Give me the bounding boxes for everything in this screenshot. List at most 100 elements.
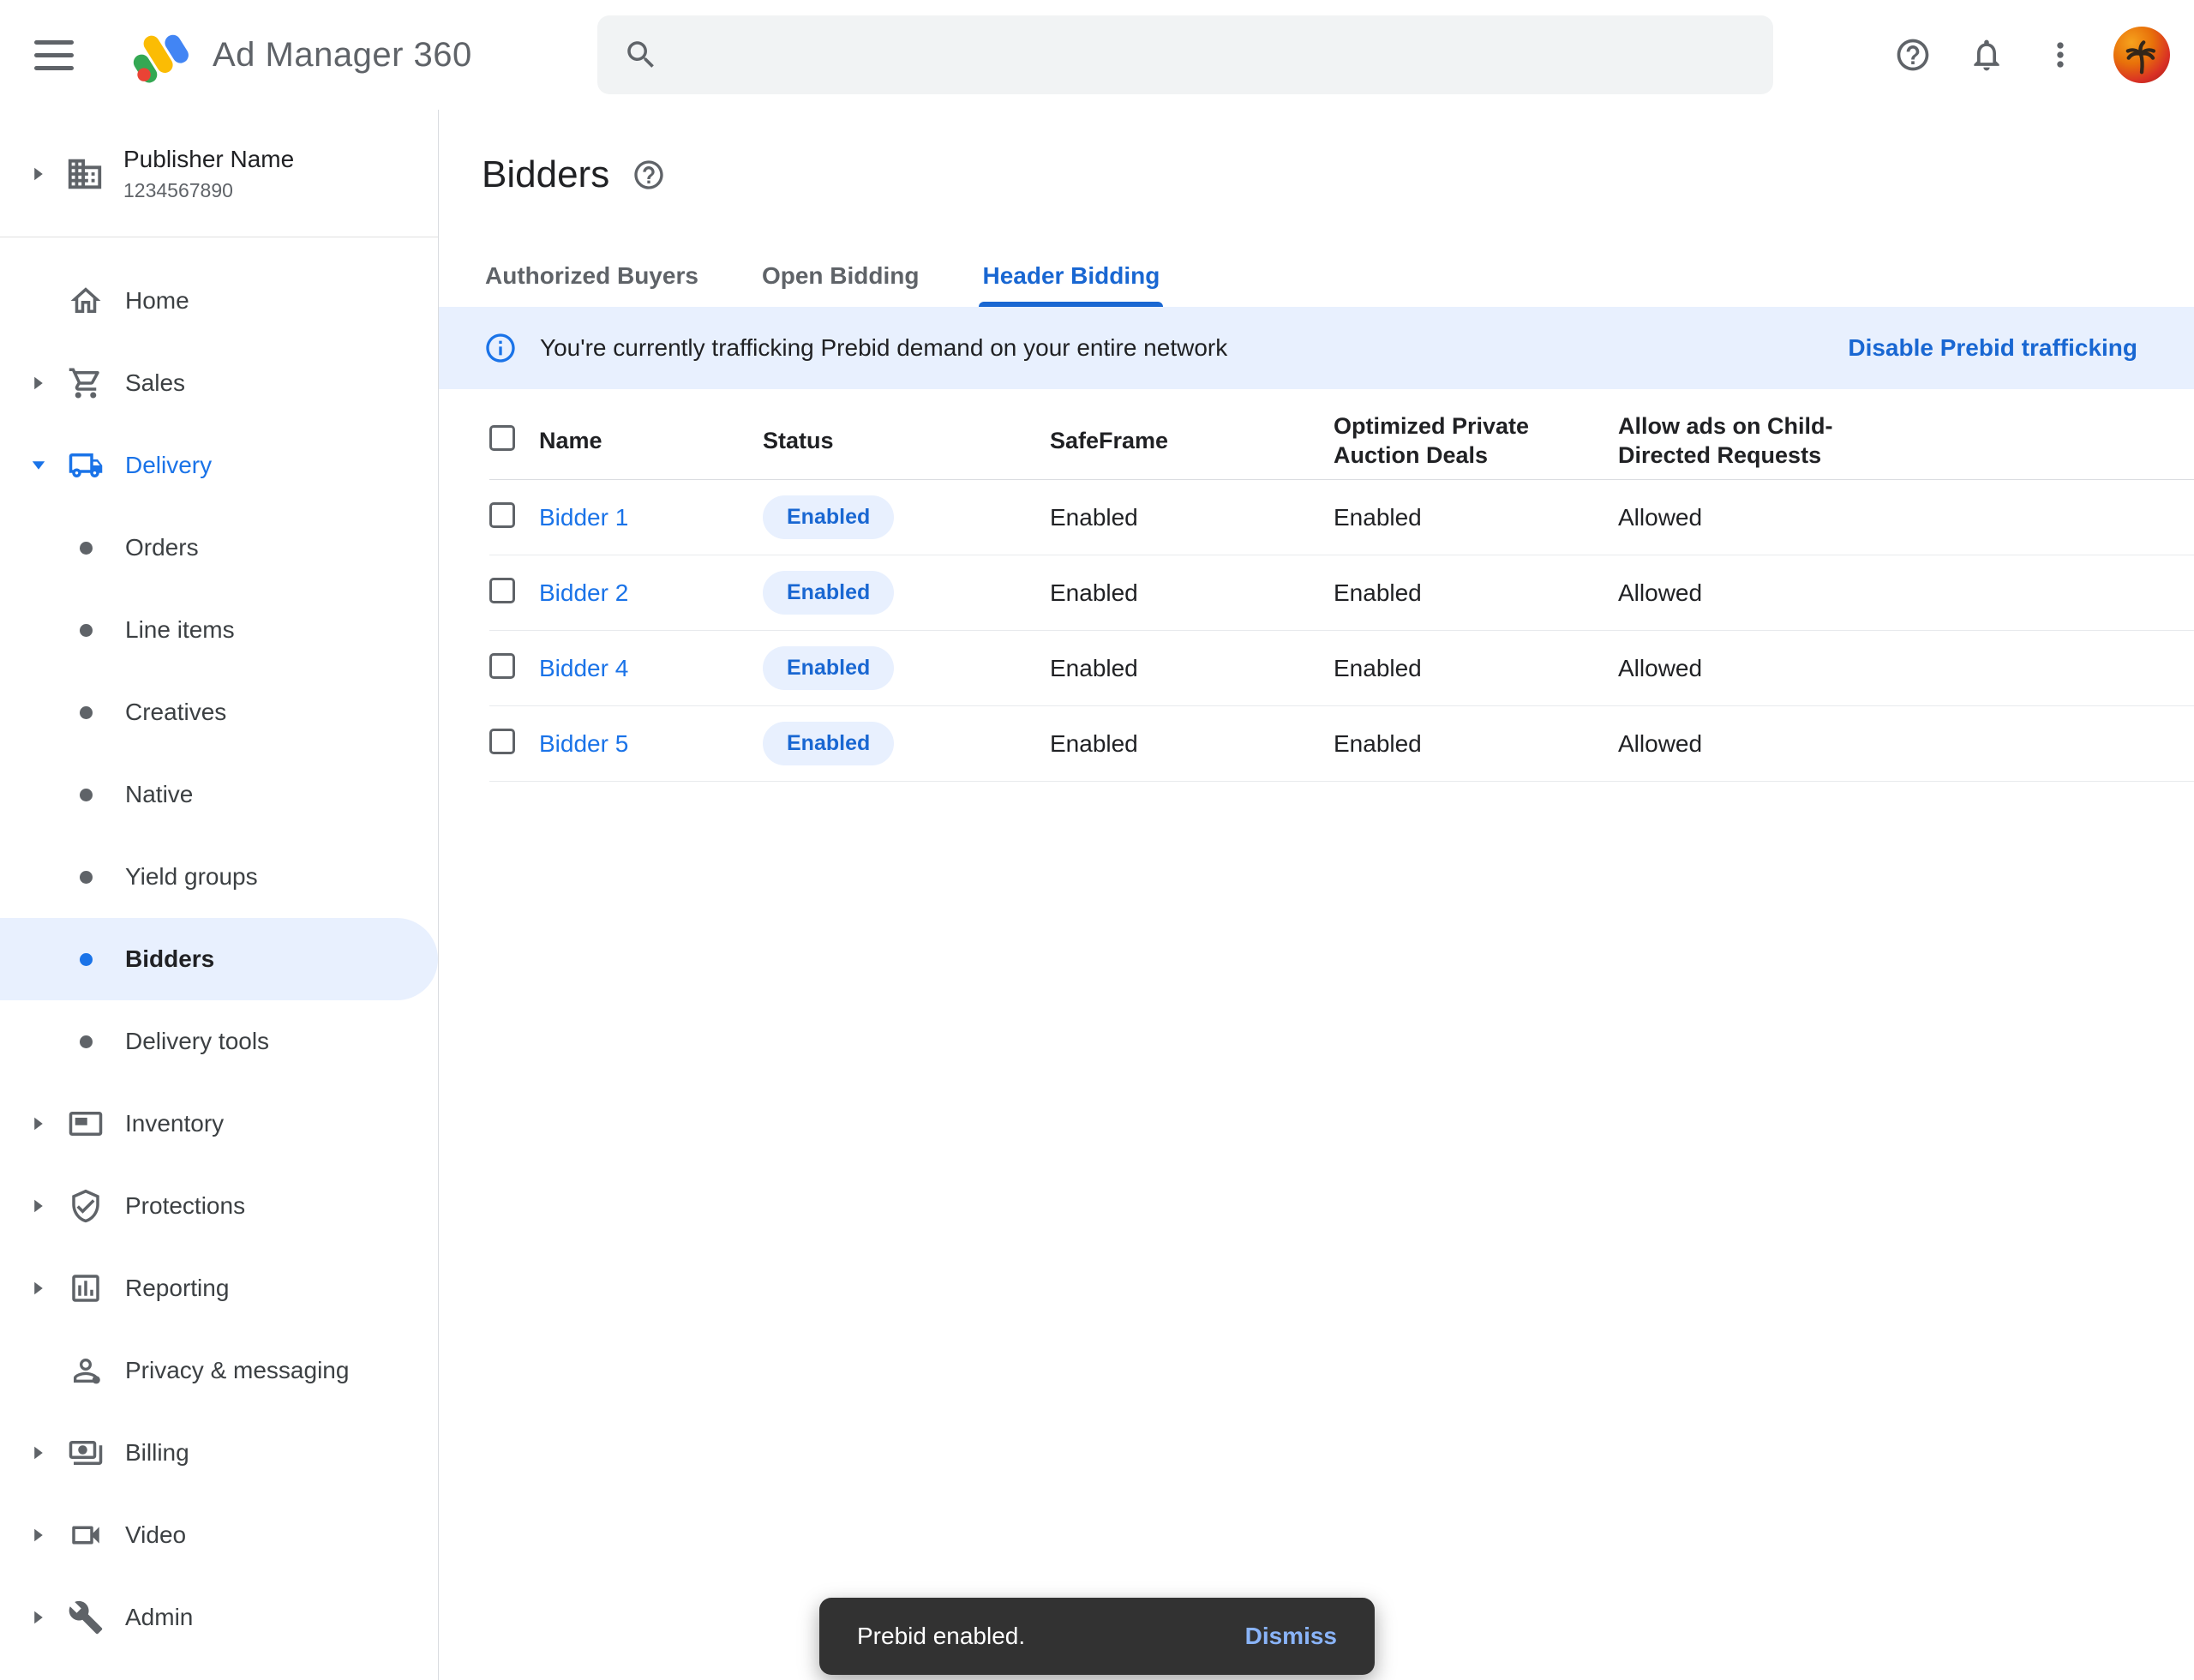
prebid-info-banner: You're currently trafficking Prebid dema… xyxy=(439,307,2194,389)
home-icon xyxy=(55,283,117,319)
bullet-icon xyxy=(55,953,117,966)
table-row: Bidder 5 Enabled Enabled Enabled Allowed xyxy=(489,706,2194,782)
wrench-icon xyxy=(55,1599,117,1635)
publisher-id: 1234567890 xyxy=(123,179,294,202)
sidebar-item-billing[interactable]: Billing xyxy=(0,1412,438,1494)
search-icon xyxy=(623,37,659,73)
sidebar-nav: Home Sales Delivery Orders xyxy=(0,237,438,1659)
sidebar-item-home[interactable]: Home xyxy=(0,260,438,342)
private-auction-value: Enabled xyxy=(1334,730,1618,758)
sidebar-item-orders[interactable]: Orders xyxy=(0,507,438,589)
row-checkbox[interactable] xyxy=(489,502,515,528)
table-row: Bidder 1 Enabled Enabled Enabled Allowed xyxy=(489,480,2194,555)
row-checkbox[interactable] xyxy=(489,578,515,603)
publisher-selector[interactable]: Publisher Name 1234567890 xyxy=(0,110,438,237)
table-row: Bidder 2 Enabled Enabled Enabled Allowed xyxy=(489,555,2194,631)
sidebar-item-delivery[interactable]: Delivery xyxy=(0,424,438,507)
row-checkbox[interactable] xyxy=(489,653,515,679)
page-title: Bidders xyxy=(482,151,609,199)
publisher-name: Publisher Name xyxy=(123,146,294,173)
tab-header-bidding[interactable]: Header Bidding xyxy=(979,261,1163,307)
top-actions xyxy=(1885,0,2170,110)
user-avatar[interactable] xyxy=(2113,27,2170,83)
help-button[interactable] xyxy=(1885,27,1940,82)
safeframe-value: Enabled xyxy=(1050,579,1334,607)
child-directed-value: Allowed xyxy=(1618,655,2194,682)
toast-message: Prebid enabled. xyxy=(857,1623,1025,1650)
hamburger-menu-icon[interactable] xyxy=(34,27,89,82)
sidebar-item-bidders[interactable]: Bidders xyxy=(0,918,438,1000)
toast-dismiss-button[interactable]: Dismiss xyxy=(1245,1623,1337,1650)
tab-open-bidding[interactable]: Open Bidding xyxy=(758,261,923,307)
bullet-icon xyxy=(55,789,117,801)
bidder-link[interactable]: Bidder 1 xyxy=(539,504,628,531)
collapse-caret-icon xyxy=(22,460,55,471)
more-options-button[interactable] xyxy=(2033,27,2088,82)
snackbar-toast: Prebid enabled. Dismiss xyxy=(819,1598,1375,1675)
bell-icon xyxy=(1968,36,2005,74)
bullet-icon xyxy=(55,706,117,719)
expand-caret-icon xyxy=(22,166,55,182)
bidder-link[interactable]: Bidder 5 xyxy=(539,730,628,757)
child-directed-value: Allowed xyxy=(1618,579,2194,607)
sidebar-item-line-items[interactable]: Line items xyxy=(0,589,438,671)
tab-bar: Authorized Buyers Open Bidding Header Bi… xyxy=(482,261,2151,307)
top-bar: Ad Manager 360 xyxy=(0,0,2194,110)
select-all-checkbox[interactable] xyxy=(489,425,515,451)
search-input[interactable] xyxy=(678,39,1747,70)
bar-chart-icon xyxy=(55,1270,117,1306)
page-help-button[interactable] xyxy=(632,158,666,192)
sidebar-item-reporting[interactable]: Reporting xyxy=(0,1247,438,1329)
bullet-icon xyxy=(55,624,117,637)
expand-caret-icon xyxy=(22,375,55,391)
tab-authorized-buyers[interactable]: Authorized Buyers xyxy=(482,261,702,307)
notifications-button[interactable] xyxy=(1959,27,2014,82)
main-content: Bidders Authorized Buyers Open Bidding H… xyxy=(439,110,2194,1680)
expand-caret-icon xyxy=(22,1116,55,1131)
sidebar-item-native[interactable]: Native xyxy=(0,753,438,836)
sidebar-item-sales[interactable]: Sales xyxy=(0,342,438,424)
search-bar[interactable] xyxy=(597,15,1773,94)
expand-caret-icon xyxy=(22,1198,55,1214)
help-icon xyxy=(632,158,666,192)
app-title: Ad Manager 360 xyxy=(213,36,472,75)
column-header-private-auction: Optimized Private Auction Deals xyxy=(1334,411,1582,470)
safeframe-value: Enabled xyxy=(1050,655,1334,682)
expand-caret-icon xyxy=(22,1445,55,1461)
expand-caret-icon xyxy=(22,1610,55,1625)
sidebar-item-yield-groups[interactable]: Yield groups xyxy=(0,836,438,918)
bullet-icon xyxy=(55,871,117,884)
bidder-link[interactable]: Bidder 4 xyxy=(539,655,628,681)
row-checkbox[interactable] xyxy=(489,729,515,754)
bullet-icon xyxy=(55,1035,117,1048)
sidebar-item-creatives[interactable]: Creatives xyxy=(0,671,438,753)
safeframe-value: Enabled xyxy=(1050,504,1334,531)
table-row: Bidder 4 Enabled Enabled Enabled Allowed xyxy=(489,631,2194,706)
bidder-link[interactable]: Bidder 2 xyxy=(539,579,628,606)
sidebar-item-protections[interactable]: Protections xyxy=(0,1165,438,1247)
private-auction-value: Enabled xyxy=(1334,579,1618,607)
sidebar: Publisher Name 1234567890 Home Sales xyxy=(0,110,439,1680)
safeframe-value: Enabled xyxy=(1050,730,1334,758)
sidebar-item-privacy-messaging[interactable]: Privacy & messaging xyxy=(0,1329,438,1412)
bullet-icon xyxy=(55,542,117,555)
payments-icon xyxy=(55,1435,117,1471)
bidders-table: Name Status SafeFrame Optimized Private … xyxy=(489,401,2194,782)
info-icon xyxy=(483,331,518,365)
expand-caret-icon xyxy=(22,1281,55,1296)
column-header-child-directed: Allow ads on Child-Directed Requests xyxy=(1618,411,1884,470)
status-badge: Enabled xyxy=(763,722,894,765)
sidebar-item-video[interactable]: Video xyxy=(0,1494,438,1576)
child-directed-value: Allowed xyxy=(1618,730,2194,758)
shield-icon xyxy=(55,1188,117,1224)
private-auction-value: Enabled xyxy=(1334,504,1618,531)
status-badge: Enabled xyxy=(763,646,894,690)
sidebar-item-admin[interactable]: Admin xyxy=(0,1576,438,1659)
sidebar-item-inventory[interactable]: Inventory xyxy=(0,1083,438,1165)
column-header-name: Name xyxy=(539,426,763,455)
ad-manager-app: Ad Manager 360 xyxy=(0,0,2194,1680)
palm-tree-icon xyxy=(2119,32,2165,78)
sidebar-item-delivery-tools[interactable]: Delivery tools xyxy=(0,1000,438,1083)
disable-prebid-link[interactable]: Disable Prebid trafficking xyxy=(1848,334,2137,362)
table-header-row: Name Status SafeFrame Optimized Private … xyxy=(489,401,2194,480)
